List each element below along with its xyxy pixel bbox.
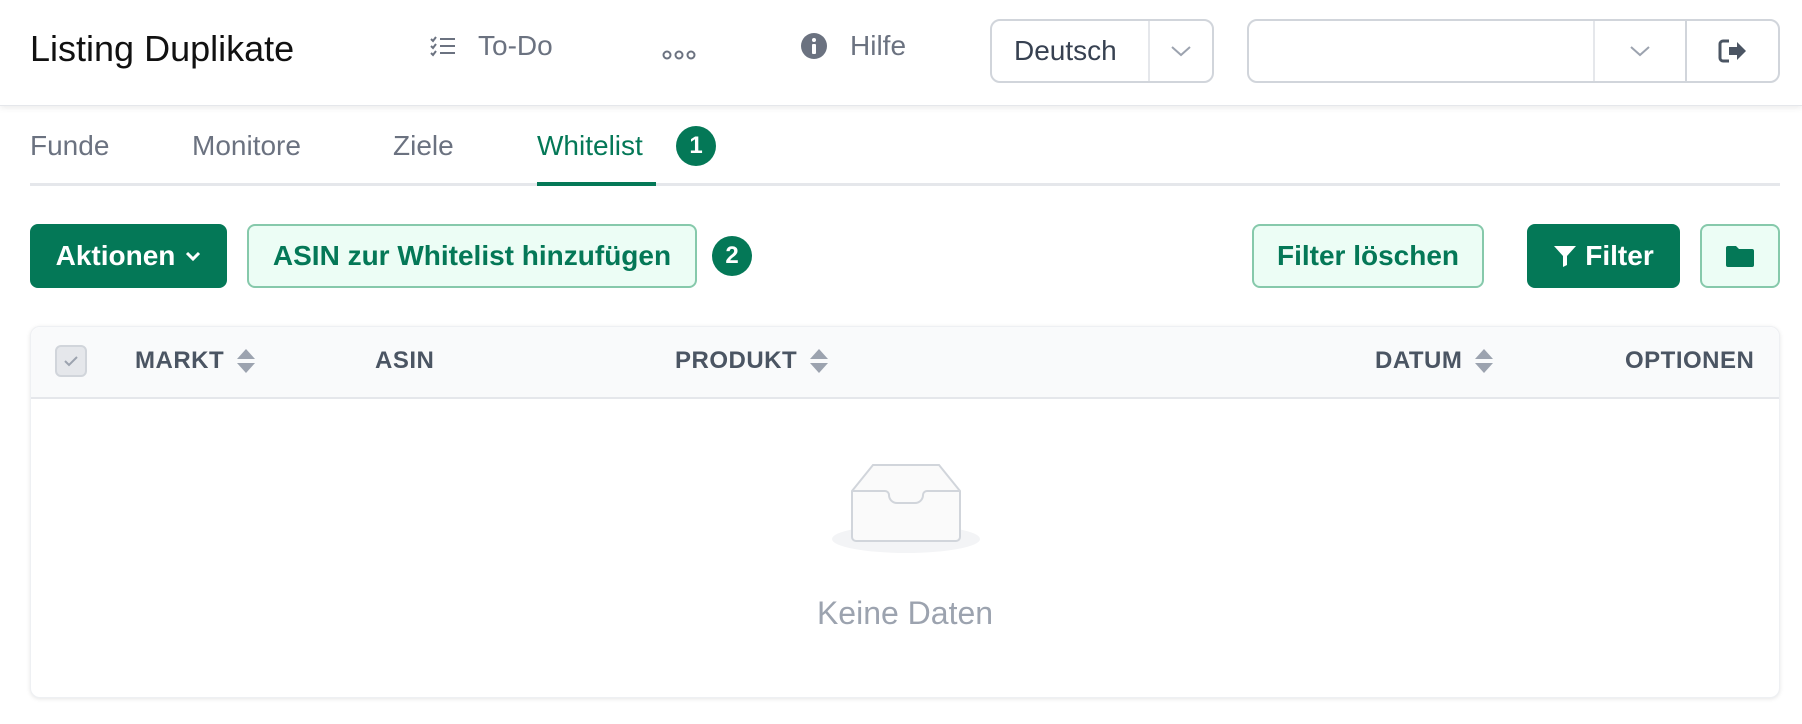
language-select-value: Deutsch (1014, 35, 1117, 66)
chevron-down-icon (185, 250, 201, 262)
empty-state: Keine Daten (31, 399, 1779, 699)
info-icon (800, 32, 828, 60)
actions-label: Aktionen (55, 240, 176, 271)
inbox-icon (831, 459, 981, 560)
actions-dropdown-button[interactable]: Aktionen (30, 224, 227, 288)
chevron-down-icon (1148, 21, 1212, 81)
active-tab-indicator (537, 182, 656, 186)
column-header-asin: ASIN (375, 347, 435, 374)
app-title: Listing Duplikate (30, 28, 295, 69)
column-header-optionen: OPTIONEN (1625, 347, 1755, 374)
top-header: Listing Duplikate To-Do Hilfe Deutsch (0, 0, 1802, 106)
column-header-datum[interactable]: DATUM (1375, 347, 1494, 375)
nav-help-link[interactable]: Hilfe (800, 30, 906, 62)
sort-icon (236, 348, 256, 374)
account-select[interactable] (1247, 19, 1780, 83)
column-header-markt[interactable]: MARKT (135, 347, 256, 375)
tab-whitelist[interactable]: Whitelist (537, 130, 643, 162)
more-icon (662, 36, 696, 68)
checklist-icon (430, 35, 456, 57)
filter-icon (1553, 244, 1577, 268)
tab-bar: Funde Monitore Ziele Whitelist (30, 106, 1780, 186)
filter-label: Filter (1585, 240, 1654, 271)
tab-funde[interactable]: Funde (30, 130, 109, 162)
step-badge-1: 1 (676, 126, 716, 166)
nav-todo-label: To-Do (478, 30, 553, 61)
logout-button[interactable] (1685, 21, 1778, 81)
clear-filter-button[interactable]: Filter löschen (1252, 224, 1484, 288)
column-header-produkt[interactable]: PRODUKT (675, 347, 829, 375)
step-badge-2: 2 (712, 236, 752, 276)
logout-icon (1718, 39, 1746, 63)
nav-todo-link[interactable]: To-Do (430, 30, 553, 62)
add-asin-whitelist-button[interactable]: ASIN zur Whitelist hinzufügen (247, 224, 697, 288)
chevron-down-icon (1593, 21, 1685, 81)
sort-icon (1474, 348, 1494, 374)
more-menu-button[interactable] (662, 36, 696, 68)
saved-filters-button[interactable] (1700, 224, 1780, 288)
sort-icon (809, 348, 829, 374)
folder-icon (1725, 244, 1755, 268)
filter-button[interactable]: Filter (1527, 224, 1680, 288)
whitelist-table: MARKT ASIN PRODUKT DATUM OPTIONEN Keine … (30, 326, 1780, 698)
tab-monitore[interactable]: Monitore (192, 130, 301, 162)
account-select-value (1249, 21, 1593, 81)
empty-state-text: Keine Daten (816, 595, 994, 631)
select-all-checkbox[interactable] (55, 345, 87, 377)
nav-help-label: Hilfe (850, 30, 907, 61)
language-select[interactable]: Deutsch (990, 19, 1214, 83)
table-header: MARKT ASIN PRODUKT DATUM OPTIONEN (31, 327, 1779, 399)
tab-ziele[interactable]: Ziele (393, 130, 454, 162)
